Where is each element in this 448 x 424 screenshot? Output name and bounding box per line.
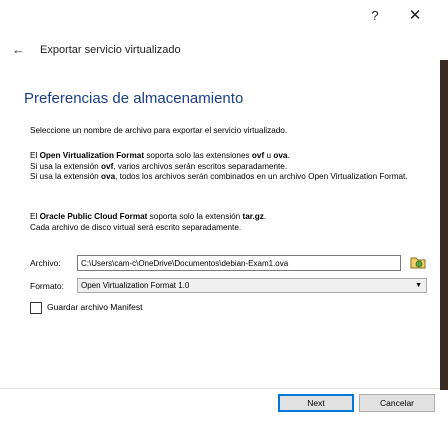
opc-format-name: Oracle Public Cloud Format (39, 212, 148, 221)
wizard-page: Preferencias de almacenamiento Seleccion… (0, 68, 440, 389)
file-label: Archivo: (30, 258, 61, 268)
wizard-nav: ← Exportar servicio virtualizado (0, 40, 448, 64)
manifest-checkbox[interactable] (30, 302, 42, 314)
manifest-label[interactable]: Guardar archivo Manifest (47, 302, 142, 312)
opc-l1-mid: soporta solo la extensión (147, 212, 243, 221)
opc-description: El Oracle Public Cloud Format soporta so… (30, 212, 425, 233)
ovf-l1-end: . (287, 151, 290, 160)
ovf-l1-prefix: El (30, 151, 40, 160)
ovf-line-3: Si usa la extensión ova, todos los archi… (30, 172, 425, 183)
page-title: Preferencias de almacenamiento (24, 90, 244, 107)
ovf-line-1: El Open Virtualization Format soporta so… (30, 151, 425, 162)
opc-l1-prefix: El (30, 212, 40, 221)
ovf-l2-prefix: Si usa la extensión (30, 161, 102, 171)
close-button[interactable]: ✕ (404, 6, 426, 26)
opc-ext: tar.gz (242, 212, 264, 221)
ovf-description: El Open Virtualization Format soporta so… (30, 151, 425, 183)
ovf-l3-prefix: Si usa la extensión (30, 172, 102, 181)
ovf-ext-ovf: ovf (251, 151, 265, 160)
format-label: Formato: (30, 281, 65, 291)
dropdown-arrow-icon: ▼ (415, 282, 422, 289)
ovf-l3-ext: ova (101, 172, 116, 181)
opc-l1-end: . (263, 212, 267, 221)
folder-icon (410, 257, 426, 269)
opc-line-1: El Oracle Public Cloud Format soporta so… (30, 212, 425, 223)
next-button[interactable]: Next (278, 394, 354, 412)
ovf-l1-sep: u (264, 151, 274, 160)
ovf-format-name: Open Virtualization Format (39, 151, 145, 160)
ovf-l3-rest: , todos los archivos serán combinados en… (115, 172, 408, 181)
ovf-l1-mid: soporta solo las extensiones (144, 151, 252, 160)
back-arrow-icon[interactable]: ← (12, 42, 25, 57)
ovf-line-2: Si usa la extensión ovf, varios archivos… (30, 162, 425, 173)
intro-text: Seleccione un nombre de archivo para exp… (30, 126, 288, 135)
button-bar: Next Cancelar (0, 390, 448, 424)
format-select[interactable]: Open Virtualization Format 1.0 ▼ (77, 278, 427, 293)
opc-line-2: Cada archivo de disco virtual será escri… (30, 222, 242, 232)
cancel-button[interactable]: Cancelar (359, 394, 435, 412)
ovf-ext-ova: ova (273, 151, 288, 160)
wizard-title: Exportar servicio virtualizado (40, 44, 181, 56)
background-window-edge (440, 60, 448, 390)
file-path-input[interactable] (77, 255, 401, 271)
help-button[interactable]: ? (364, 6, 386, 26)
browse-button[interactable] (408, 252, 428, 272)
ovf-l2-ext: ovf (101, 161, 114, 171)
format-selected-value: Open Virtualization Format 1.0 (81, 281, 190, 290)
ovf-l2-rest: , varios archivos serán escritos separad… (113, 161, 288, 171)
title-bar: ? ✕ (0, 0, 448, 32)
